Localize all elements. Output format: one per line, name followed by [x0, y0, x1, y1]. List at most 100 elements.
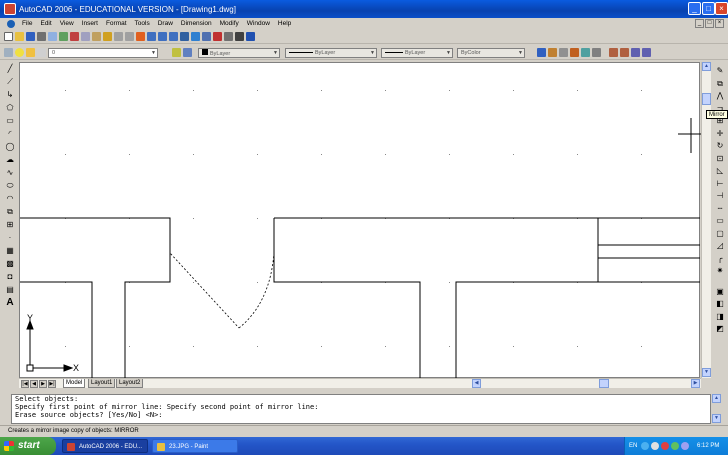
line-icon[interactable]: ╱ [5, 64, 15, 74]
antivirus-icon[interactable] [651, 442, 659, 450]
table-style-icon[interactable] [581, 48, 590, 57]
color-dropdown[interactable]: ByLayer ▼ [198, 47, 280, 58]
arc-icon[interactable]: ◜ [5, 129, 15, 139]
scroll-down-button[interactable]: ▼ [702, 368, 711, 377]
trim-icon[interactable]: ⊢ [715, 179, 725, 189]
publish-icon[interactable] [59, 32, 68, 41]
network-icon[interactable] [641, 442, 649, 450]
hatch-icon[interactable]: ▦ [5, 246, 15, 256]
paste-icon[interactable] [92, 32, 101, 41]
command-window[interactable]: Select objects: Specify first point of m… [11, 394, 711, 424]
rotate-icon[interactable]: ↻ [715, 141, 725, 151]
markup-icon[interactable] [224, 32, 233, 41]
explode-icon[interactable]: ✷ [715, 266, 725, 276]
layer-freeze-icon[interactable] [26, 48, 35, 57]
open-icon[interactable] [15, 32, 24, 41]
plot-icon[interactable] [37, 32, 46, 41]
layer-previous-icon[interactable] [183, 48, 192, 57]
previous-tab-button[interactable]: ◀ [30, 380, 38, 388]
menu-draw[interactable]: Draw [154, 20, 177, 27]
layer-dropdown[interactable]: 0 ▼ [48, 47, 158, 58]
first-tab-button[interactable]: |◀ [21, 380, 29, 388]
doc-close-button[interactable]: × [715, 19, 724, 28]
drawing-canvas[interactable]: Y X [19, 62, 701, 379]
chamfer-icon[interactable]: ◿ [715, 241, 725, 251]
undo-icon[interactable] [114, 32, 123, 41]
revision-cloud-icon[interactable]: ☁ [5, 155, 15, 165]
minimize-button[interactable]: _ [688, 2, 701, 15]
redo-icon[interactable] [125, 32, 134, 41]
match-properties-icon[interactable] [103, 32, 112, 41]
maximize-button[interactable]: □ [702, 2, 715, 15]
multiline-text-icon[interactable]: A [5, 298, 15, 308]
scroll-up-button[interactable]: ▲ [702, 62, 711, 71]
menu-format[interactable]: Format [102, 20, 131, 27]
security-icon[interactable] [661, 442, 669, 450]
text-style-icon[interactable] [570, 48, 579, 57]
copy-object-icon[interactable]: ⧉ [715, 79, 725, 89]
copy-icon[interactable] [81, 32, 90, 41]
bring-to-front-icon[interactable]: ◧ [715, 299, 725, 309]
scroll-left-button[interactable]: ◀ [472, 379, 481, 388]
next-tab-button[interactable]: ▶ [39, 380, 47, 388]
make-block-icon[interactable]: ⊞ [5, 220, 15, 230]
make-current-icon[interactable] [172, 48, 181, 57]
task-autocad[interactable]: AutoCAD 2006 - EDU... [62, 439, 148, 453]
zoom-window-icon[interactable] [158, 32, 167, 41]
polar-icon[interactable] [642, 48, 651, 57]
new-icon[interactable] [4, 32, 13, 41]
command-scroll-up[interactable]: ▲ [712, 394, 721, 403]
updates-icon[interactable] [671, 442, 679, 450]
mirror-icon[interactable]: ⋀ [715, 91, 725, 101]
polygon-icon[interactable]: ⬠ [5, 103, 15, 113]
workspace-icon[interactable] [592, 48, 601, 57]
layer-manager-icon[interactable] [4, 48, 13, 57]
document-icon[interactable] [7, 19, 15, 28]
break-at-point-icon[interactable]: ╌ [715, 204, 725, 214]
plot-preview-icon[interactable] [48, 32, 57, 41]
gradient-icon[interactable]: ▩ [5, 259, 15, 269]
last-tab-button[interactable]: ▶| [48, 380, 56, 388]
vertical-scroll-thumb[interactable] [702, 93, 711, 105]
snap-icon[interactable] [609, 48, 618, 57]
close-button[interactable]: × [715, 2, 728, 15]
save-icon[interactable] [26, 32, 35, 41]
construction-line-icon[interactable]: ⟋ [5, 77, 15, 87]
language-indicator[interactable]: EN [629, 437, 637, 455]
join-icon[interactable]: ▢ [715, 229, 725, 239]
tab-layout2[interactable]: Layout2 [116, 379, 144, 388]
lineweight-dropdown[interactable]: ByLayer ▼ [381, 47, 453, 58]
cut-icon[interactable] [70, 32, 79, 41]
doc-restore-button[interactable]: □ [705, 19, 714, 28]
move-icon[interactable]: ✛ [715, 129, 725, 139]
properties-icon[interactable] [180, 32, 189, 41]
horizontal-scroll-thumb[interactable] [599, 379, 609, 388]
design-center-icon[interactable] [191, 32, 200, 41]
menu-window[interactable]: Window [243, 20, 274, 27]
menu-file[interactable]: File [18, 20, 36, 27]
ortho-icon[interactable] [631, 48, 640, 57]
calculator-icon[interactable] [235, 32, 244, 41]
command-scroll-down[interactable]: ▼ [712, 414, 721, 423]
help-icon[interactable] [246, 32, 255, 41]
layer-on-icon[interactable] [15, 48, 24, 57]
layer-lock-icon[interactable] [37, 48, 46, 57]
tab-model[interactable]: Model [63, 379, 86, 388]
break-icon[interactable]: ▭ [715, 216, 725, 226]
tab-layout1[interactable]: Layout1 [88, 379, 116, 388]
zoom-previous-icon[interactable] [169, 32, 178, 41]
styles-icon[interactable] [548, 48, 557, 57]
grid-icon[interactable] [620, 48, 629, 57]
task-paint[interactable]: 23.JPG - Paint [152, 439, 238, 453]
point-icon[interactable]: · [5, 233, 15, 243]
dimension-style-icon[interactable] [559, 48, 568, 57]
zoom-realtime-icon[interactable] [147, 32, 156, 41]
polyline-icon[interactable]: ↳ [5, 90, 15, 100]
tool-palettes-icon[interactable] [202, 32, 211, 41]
sheet-set-icon[interactable] [213, 32, 222, 41]
doc-minimize-button[interactable]: _ [695, 19, 704, 28]
spline-icon[interactable]: ∿ [5, 168, 15, 178]
region-icon[interactable]: ◘ [5, 272, 15, 282]
menu-help[interactable]: Help [274, 20, 295, 27]
ellipse-arc-icon[interactable]: ◠ [5, 194, 15, 204]
